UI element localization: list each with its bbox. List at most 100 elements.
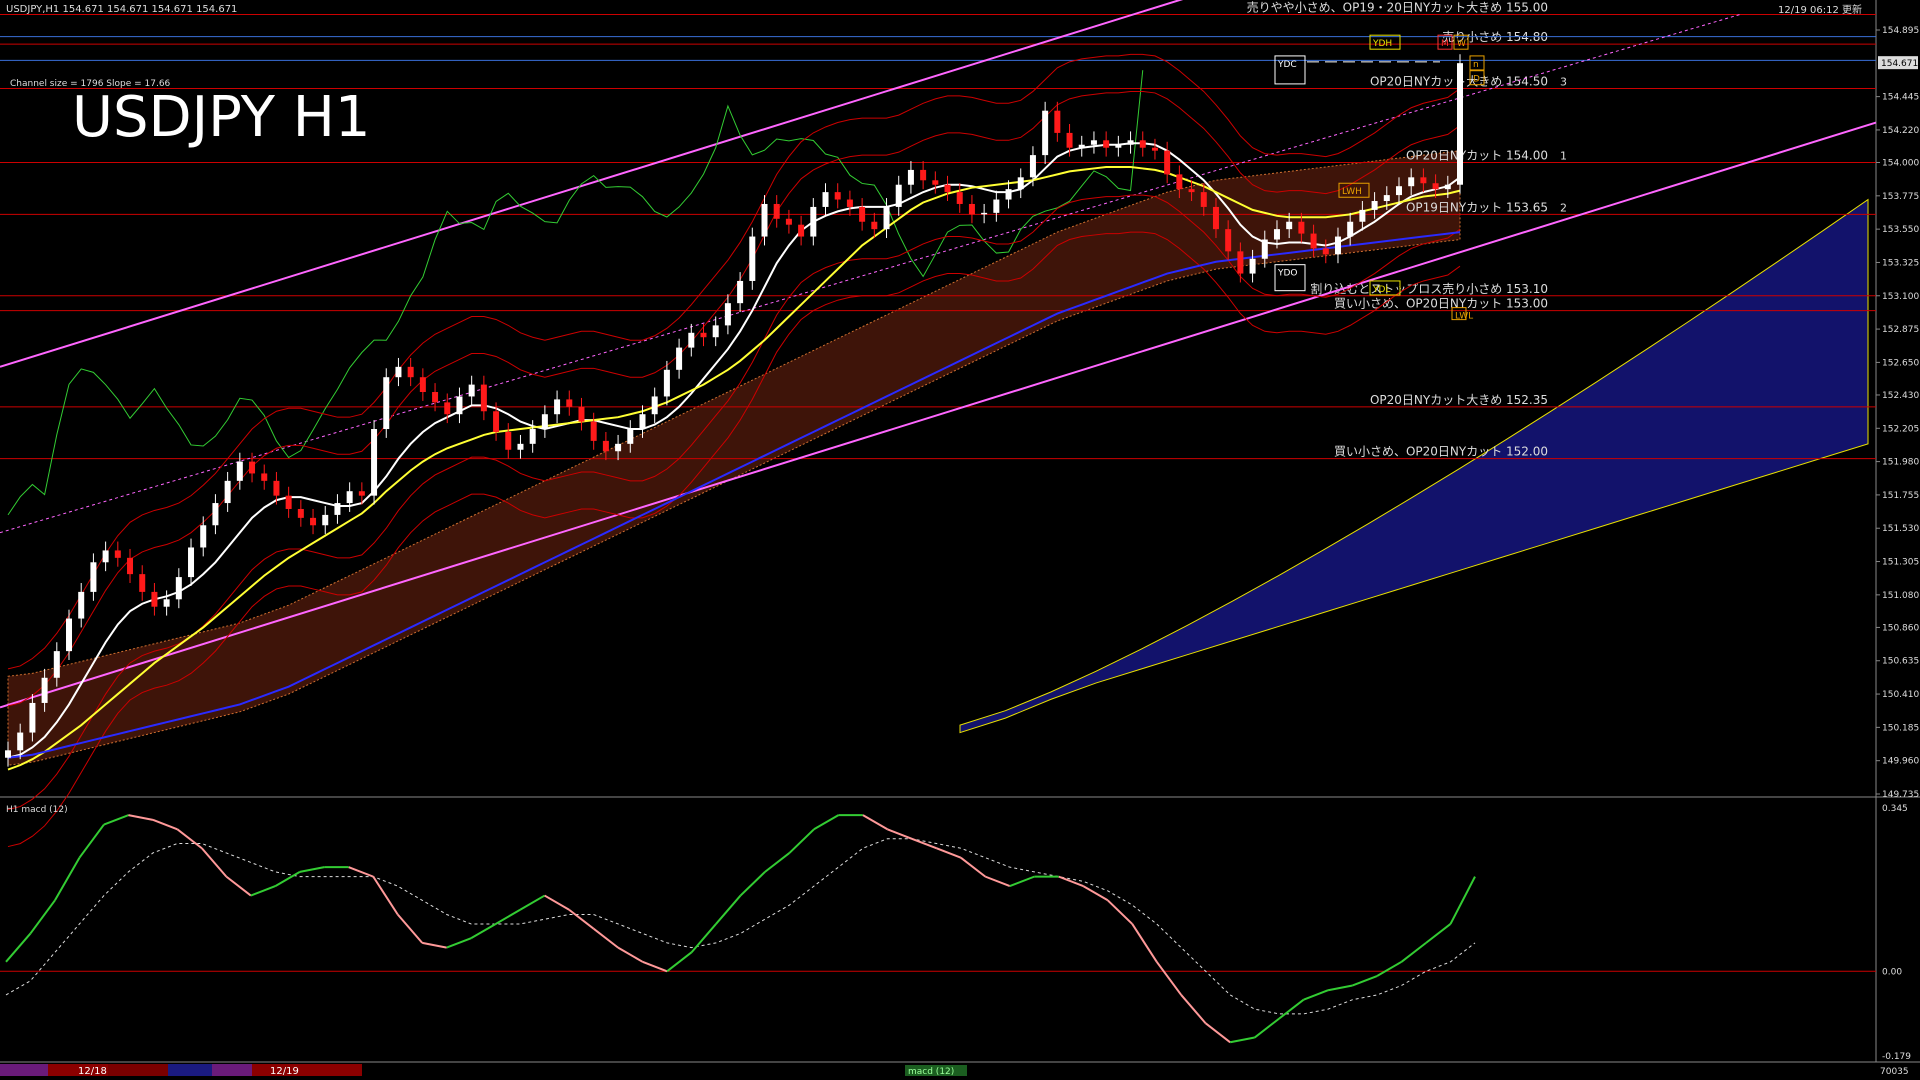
level-label: 買い小さめ、OP20日NYカット 153.00 — [1334, 297, 1548, 311]
price-tick-label: 152.875 — [1882, 325, 1919, 335]
candle-body — [578, 406, 585, 422]
candle-body — [1127, 140, 1134, 145]
candle-body — [785, 218, 792, 225]
candle-body — [663, 369, 670, 397]
price-tick-label: 151.980 — [1882, 458, 1919, 468]
price-tick-label: 150.185 — [1882, 723, 1919, 733]
candle-body — [627, 429, 634, 444]
candle-body — [676, 347, 683, 370]
marker-box-label: n — [1473, 60, 1479, 70]
candle-body — [212, 503, 219, 526]
candle-body — [90, 562, 97, 592]
marker-box-label: YDC — [1277, 60, 1297, 70]
candle-body — [41, 677, 48, 703]
candle-body — [883, 206, 890, 230]
candle-body — [907, 169, 914, 185]
candle-body — [1383, 195, 1390, 202]
session-bar — [168, 1064, 212, 1076]
candle-body — [1322, 248, 1329, 255]
candle-body — [114, 550, 121, 558]
candle-body — [1164, 150, 1171, 175]
candle-body — [175, 577, 182, 600]
bottom-right-counter: 70035 — [1880, 1067, 1909, 1077]
candle-body — [139, 574, 146, 592]
candle-body — [1151, 147, 1158, 151]
level-number: 3 — [1560, 75, 1567, 88]
candle-body — [602, 440, 609, 452]
date-label: 12/19 — [270, 1066, 299, 1077]
candle-body — [712, 325, 719, 338]
candle-body — [1054, 110, 1061, 133]
level-label: OP19日NYカット 153.65 — [1406, 200, 1548, 214]
session-bar — [212, 1064, 252, 1076]
candle-body — [371, 429, 378, 496]
candle-body — [517, 443, 524, 450]
macd-tick-label: 0.00 — [1882, 967, 1902, 977]
price-tick-label: 150.635 — [1882, 657, 1919, 667]
candle-body — [188, 547, 195, 578]
candle-body — [724, 303, 731, 326]
candle-body — [78, 591, 85, 619]
candle-body — [1042, 110, 1049, 156]
candle-body — [773, 203, 780, 219]
chart-background — [0, 0, 1920, 1080]
candle-body — [224, 480, 231, 504]
price-tick-label: 154.445 — [1882, 93, 1919, 103]
price-tick-label: 153.100 — [1882, 292, 1919, 302]
candle-body — [944, 184, 951, 193]
candle-body — [493, 411, 500, 432]
candle-body — [383, 377, 390, 430]
candle-body — [236, 461, 243, 481]
candle-body — [639, 414, 646, 430]
candle-body — [1310, 233, 1317, 249]
marker-box-label: LWH — [1342, 187, 1362, 197]
chart-big-title: USDJPY H1 — [72, 85, 370, 150]
candle-body — [981, 212, 988, 215]
candle-body — [358, 491, 365, 496]
candle-body — [310, 517, 317, 526]
candle-body — [1298, 221, 1305, 234]
candle-body — [1249, 258, 1256, 274]
candle-body — [541, 414, 548, 430]
macd-title: H1 macd (12) — [6, 805, 68, 815]
price-tick-label: 151.080 — [1882, 591, 1919, 601]
candle-body — [395, 366, 402, 378]
candle-body — [761, 203, 768, 237]
candle-body — [432, 392, 439, 403]
candle-body — [261, 473, 268, 481]
candle-body — [334, 503, 341, 515]
candle-body — [1188, 189, 1195, 193]
candle-body — [1371, 201, 1378, 210]
candle-body — [1225, 229, 1232, 252]
candle-body — [749, 236, 756, 281]
candle-body — [859, 206, 866, 222]
candle-body — [1347, 221, 1354, 237]
price-tick-label: 154.220 — [1882, 126, 1919, 136]
candle-body — [1273, 229, 1280, 240]
candle-body — [456, 396, 463, 415]
candle-body — [590, 421, 597, 441]
level-label: 買い小さめ、OP20日NYカット 152.00 — [1334, 445, 1548, 459]
candle-body — [798, 224, 805, 237]
candle-body — [1286, 221, 1293, 230]
symbol-info: USDJPY,H1 154.671 154.671 154.671 154.67… — [6, 4, 237, 15]
candle-body — [273, 480, 280, 496]
candle-body — [1115, 144, 1122, 148]
price-tick-label: 151.755 — [1882, 491, 1919, 501]
candle-body — [1139, 140, 1146, 148]
candle-body — [444, 402, 451, 415]
candle-body — [1334, 236, 1341, 255]
candle-body — [554, 399, 561, 415]
candle-body — [968, 203, 975, 215]
candle-body — [5, 750, 11, 758]
level-label: 売りやや小さめ、OP19・20日NYカット大きめ 155.00 — [1247, 0, 1548, 14]
candle-body — [1457, 63, 1463, 185]
candle-body — [1212, 206, 1219, 230]
macd-tick-label: 0.345 — [1882, 804, 1908, 814]
marker-box-label: YDL — [1372, 285, 1390, 295]
candle-body — [1432, 183, 1439, 190]
candle-body — [895, 184, 902, 207]
price-tick-label: 150.860 — [1882, 623, 1919, 633]
price-tick-label: 152.650 — [1882, 358, 1919, 368]
level-label: OP20日NYカット大きめ 152.35 — [1370, 393, 1548, 407]
